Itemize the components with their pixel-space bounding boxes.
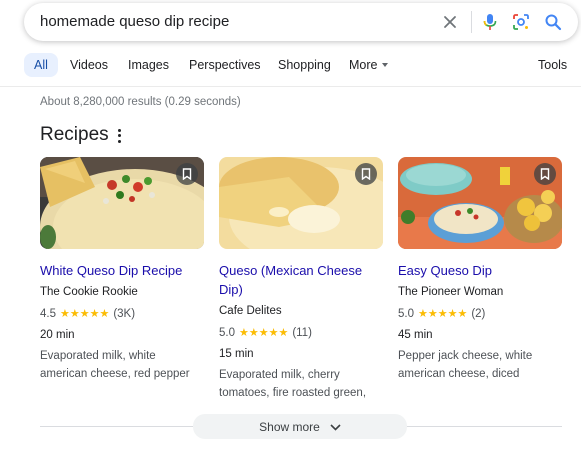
mic-icon[interactable] <box>480 12 500 32</box>
tab-more-label: More <box>349 58 378 72</box>
recipe-source: Cafe Delites <box>219 305 282 317</box>
search-icon[interactable] <box>543 12 563 32</box>
star-rating-icon: ★★★★★ <box>418 308 468 320</box>
rating-value: 5.0 <box>219 327 235 339</box>
recipe-thumbnail[interactable] <box>219 157 383 249</box>
tab-shopping[interactable]: Shopping <box>278 53 331 77</box>
search-tabs: All Videos Images Perspectives Shopping … <box>0 51 581 79</box>
caret-down-icon <box>382 63 389 67</box>
star-rating-icon: ★★★★★ <box>60 308 110 320</box>
review-count: (2) <box>471 308 486 320</box>
recipe-source: The Pioneer Woman <box>398 286 504 298</box>
recipe-time: 15 min <box>219 348 254 360</box>
results-stats: About 8,280,000 results (0.29 seconds) <box>40 96 241 108</box>
rating-value: 4.5 <box>40 308 56 320</box>
tab-more[interactable]: More <box>349 53 389 77</box>
more-vert-icon[interactable] <box>116 128 122 144</box>
recipe-ingredients: Evaporated milk, white american cheese, … <box>40 350 190 380</box>
tools-button[interactable]: Tools <box>538 53 567 77</box>
bookmark-icon[interactable] <box>534 163 556 185</box>
search-bar-divider <box>471 11 472 33</box>
search-input[interactable]: homemade queso dip recipe <box>40 13 229 30</box>
recipe-rating: 5.0 ★★★★★ (11) <box>219 324 383 342</box>
recipe-thumbnail[interactable] <box>40 157 204 249</box>
recipe-card[interactable]: White Queso Dip Recipe The Cookie Rookie… <box>40 157 204 383</box>
recipe-thumbnail[interactable] <box>398 157 562 249</box>
recipe-time: 45 min <box>398 329 433 341</box>
tab-videos[interactable]: Videos <box>70 53 108 77</box>
bookmark-icon[interactable] <box>355 163 377 185</box>
star-rating-icon: ★★★★★ <box>239 327 289 339</box>
show-more-label: Show more <box>259 419 320 434</box>
tab-perspectives[interactable]: Perspectives <box>189 53 261 77</box>
close-icon[interactable] <box>440 12 460 32</box>
search-bar[interactable]: homemade queso dip recipe <box>24 3 578 41</box>
recipe-card[interactable]: Queso (Mexican Cheese Dip) Cafe Delites … <box>219 157 383 402</box>
show-more-button[interactable]: Show more <box>193 414 407 439</box>
chevron-down-icon <box>330 420 341 434</box>
rating-value: 5.0 <box>398 308 414 320</box>
recipe-title[interactable]: White Queso Dip Recipe <box>40 261 204 280</box>
tab-all[interactable]: All <box>24 53 58 77</box>
recipe-card[interactable]: Easy Queso Dip The Pioneer Woman 5.0 ★★★… <box>398 157 562 383</box>
recipe-source: The Cookie Rookie <box>40 286 138 298</box>
section-title: Recipes <box>40 124 109 145</box>
review-count: (3K) <box>113 308 136 320</box>
lens-icon[interactable] <box>511 12 531 32</box>
review-count: (11) <box>292 327 312 339</box>
recipe-title[interactable]: Easy Queso Dip <box>398 261 562 280</box>
recipe-ingredients: Evaporated milk, cherry tomatoes, fire r… <box>219 369 367 399</box>
recipe-title[interactable]: Queso (Mexican Cheese Dip) <box>219 261 383 299</box>
bookmark-icon[interactable] <box>176 163 198 185</box>
recipe-ingredients: Pepper jack cheese, white american chees… <box>398 350 533 380</box>
recipe-rating: 5.0 ★★★★★ (2) <box>398 305 562 323</box>
recipe-time: 20 min <box>40 329 75 341</box>
header-divider <box>0 86 581 87</box>
recipe-rating: 4.5 ★★★★★ (3K) <box>40 305 204 323</box>
tab-images[interactable]: Images <box>128 53 169 77</box>
